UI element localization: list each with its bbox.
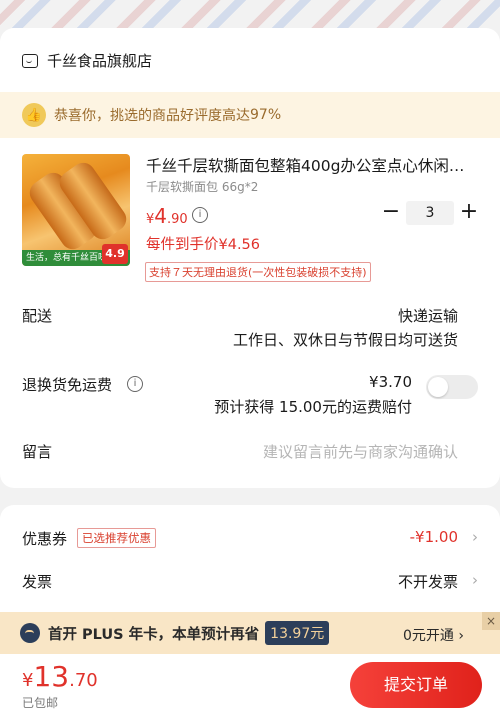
product-spec: 千层软撕面包 66g*2 xyxy=(146,180,259,194)
return-insurance-note: 预计获得 15.00元的运费赔付 xyxy=(214,396,412,417)
thumbs-up-icon: 👍 xyxy=(22,103,46,127)
plus-amount: 13.97元 xyxy=(265,621,330,645)
delivery-method[interactable]: 快递运输 xyxy=(398,305,458,326)
plus-open-button[interactable]: 0元开通 › xyxy=(403,625,464,645)
plus-button[interactable]: + xyxy=(458,201,480,224)
plus-membership-icon xyxy=(20,623,40,643)
shipping-note: 已包邮 xyxy=(22,696,59,710)
airmail-border xyxy=(0,0,500,28)
return-insurance-text: 退换货免运费 xyxy=(22,376,113,394)
store-name: 千丝食品旗舰店 xyxy=(47,52,153,70)
invoice-value[interactable]: 不开发票 xyxy=(398,571,458,592)
price-int: 4 xyxy=(154,204,168,228)
minus-button[interactable]: − xyxy=(380,201,402,224)
submit-order-button[interactable]: 提交订单 xyxy=(350,662,482,708)
plus-text: 首开 PLUS 年卡，本单预计再省 xyxy=(48,626,260,643)
coupon-label: 优惠券 xyxy=(22,530,68,548)
total-symbol: ¥ xyxy=(22,670,34,691)
return-insurance-toggle[interactable] xyxy=(426,375,478,399)
product-image[interactable]: 生活，总有千丝百味 4.9 xyxy=(22,154,130,266)
product-price: ¥4.90 xyxy=(146,204,188,228)
total-int: 13 xyxy=(33,660,70,693)
note-suffix: 元的运费赔付 xyxy=(321,398,412,416)
coupon-tag: 已选推荐优惠 xyxy=(77,528,156,548)
coupon-value[interactable]: -¥1.00 xyxy=(410,528,458,546)
store-icon xyxy=(22,53,38,68)
delivery-label: 配送 xyxy=(22,307,53,325)
message-label: 留言 xyxy=(22,443,53,461)
note-amount: 15.00 xyxy=(279,398,322,416)
order-total: ¥13.70 xyxy=(22,660,98,693)
praise-text: 恭喜你，挑选的商品好评度高达 xyxy=(54,108,250,124)
plus-open-label: 0元开通 xyxy=(403,628,454,644)
quantity-input[interactable]: 3 xyxy=(406,201,454,225)
each-price: 每件到手价¥4.56 xyxy=(146,237,261,253)
close-icon[interactable]: × xyxy=(482,612,500,630)
chevron-right-icon[interactable]: › xyxy=(472,528,478,546)
praise-banner: 👍 恭喜你，挑选的商品好评度高达 97% xyxy=(0,92,500,138)
return-insurance-label: 退换货免运费 xyxy=(22,374,112,395)
info-icon[interactable]: i xyxy=(127,376,143,392)
delivery-schedule: 工作日、双休日与节假日均可送货 xyxy=(232,331,458,349)
plus-banner[interactable]: 首开 PLUS 年卡，本单预计再省 13.97元 0元开通 › × xyxy=(0,612,500,654)
total-dec: .70 xyxy=(69,670,98,691)
price-dec: .90 xyxy=(167,212,188,227)
praise-rate: 97% xyxy=(250,107,282,123)
chevron-right-icon: › xyxy=(458,628,464,644)
info-icon[interactable]: i xyxy=(192,207,208,223)
store-header[interactable]: 千丝食品旗舰店 xyxy=(22,50,152,71)
note-prefix: 预计获得 xyxy=(214,398,280,416)
chevron-right-icon[interactable]: › xyxy=(472,571,478,589)
invoice-label: 发票 xyxy=(22,573,53,591)
return-policy-tag: 支持７天无理由退货(一次性包装破损不支持) xyxy=(145,262,371,282)
return-insurance-price: ¥3.70 xyxy=(369,373,412,391)
image-price-badge: 4.9 xyxy=(102,244,128,264)
product-title[interactable]: 千丝千层软撕面包整箱400g办公室点心休闲… xyxy=(146,154,482,176)
quantity-stepper: − 3 + xyxy=(380,201,480,225)
message-input[interactable]: 建议留言前先与商家沟通确认 xyxy=(263,441,458,462)
